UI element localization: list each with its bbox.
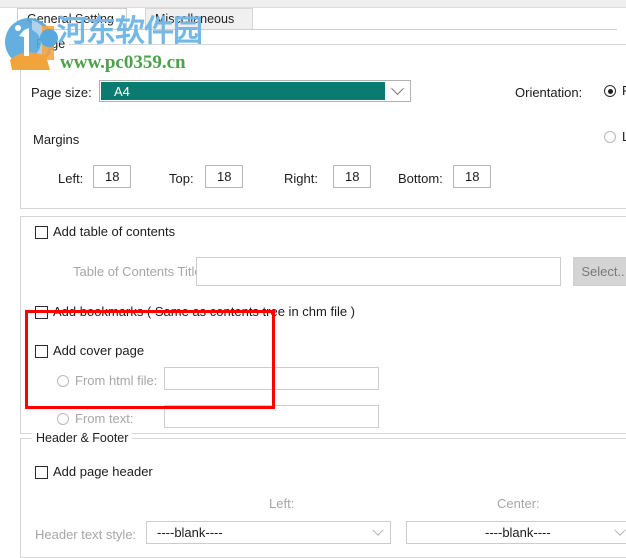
radio-unselected-icon — [57, 413, 69, 425]
header-text-style-label: Header text style: — [35, 527, 137, 542]
column-left-label: Left: — [269, 496, 295, 511]
add-bookmarks-checkbox[interactable]: Add bookmarks ( Same as contents tree in… — [35, 304, 355, 320]
add-cover-page-label: Add cover page — [53, 343, 145, 358]
orientation-portrait-radio[interactable]: Por — [604, 83, 626, 99]
margin-left-value: 18 — [105, 169, 120, 184]
toc-title-input[interactable] — [196, 257, 561, 286]
chevron-down-icon[interactable] — [610, 522, 626, 543]
page-group-title: Page — [32, 37, 70, 51]
cover-from-html-input[interactable] — [164, 367, 379, 390]
orientation-portrait-label: Por — [622, 83, 626, 99]
toc-select-button[interactable]: Select.. — [573, 257, 626, 286]
page-size-combobox[interactable]: A4 — [99, 80, 411, 102]
cover-from-html-radio[interactable]: From html file: — [57, 373, 157, 389]
chevron-down-icon[interactable] — [368, 522, 388, 543]
margin-right-input[interactable]: 18 — [333, 165, 371, 188]
tab-general-setting[interactable]: General Setting — [17, 8, 127, 29]
radio-unselected-icon — [57, 375, 69, 387]
header-style-left-value: ----blank---- — [157, 525, 223, 540]
margin-bottom-label: Bottom: — [398, 171, 443, 186]
cover-from-text-radio[interactable]: From text: — [57, 411, 134, 427]
page-size-label: Page size: — [31, 85, 92, 100]
margin-right-value: 18 — [345, 169, 360, 184]
margin-top-label: Top: — [169, 171, 194, 186]
header-footer-group: Header & Footer Add page header Left: Ce… — [20, 431, 626, 558]
add-bookmarks-label: Add bookmarks ( Same as contents tree in… — [53, 304, 356, 319]
orientation-landscape-label: Lan — [622, 129, 626, 144]
general-setting-panel: Page Page size: A4 Orientation: Por Lan — [17, 29, 626, 558]
toc-title-label: Table of Contents Title — [73, 264, 202, 279]
margin-top-input[interactable]: 18 — [205, 165, 243, 188]
cover-from-html-label: From html file: — [75, 373, 158, 388]
page-size-selection-fill — [101, 82, 385, 100]
cover-from-text-input[interactable] — [164, 405, 379, 428]
window-title-strip — [0, 0, 626, 8]
margin-left-input[interactable]: 18 — [93, 165, 131, 188]
page-size-value: A4 — [114, 84, 130, 99]
margins-label: Margins — [33, 132, 80, 147]
header-style-left-combobox[interactable]: ----blank---- — [146, 521, 391, 544]
header-style-center-combobox[interactable]: ----blank---- — [406, 521, 626, 544]
tab-bar: General Setting Miscellaneous — [17, 8, 617, 30]
margin-bottom-value: 18 — [465, 169, 480, 184]
add-table-of-contents-label: Add table of contents — [53, 224, 176, 239]
cover-from-text-label: From text: — [75, 411, 134, 426]
chevron-down-icon[interactable] — [385, 81, 409, 100]
add-table-of-contents-checkbox[interactable]: Add table of contents — [35, 224, 175, 240]
column-center-label: Center: — [497, 496, 540, 511]
checkbox-unchecked-icon — [35, 465, 48, 479]
radio-selected-icon — [604, 85, 616, 97]
margin-right-label: Right: — [284, 171, 318, 186]
orientation-landscape-radio[interactable]: Lan — [604, 129, 626, 145]
checkbox-unchecked-icon — [35, 225, 48, 239]
radio-unselected-icon — [604, 131, 616, 143]
orientation-label: Orientation: — [515, 85, 583, 100]
header-style-center-value: ----blank---- — [485, 525, 551, 540]
add-page-header-label: Add page header — [53, 464, 153, 479]
application-window: General Setting Miscellaneous Page Page … — [0, 0, 626, 558]
add-page-header-checkbox[interactable]: Add page header — [35, 464, 153, 480]
header-footer-group-title: Header & Footer — [32, 431, 133, 445]
page-group: Page Page size: A4 Orientation: Por Lan — [20, 37, 626, 209]
checkbox-unchecked-icon — [35, 344, 48, 358]
margin-bottom-input[interactable]: 18 — [453, 165, 491, 188]
tab-miscellaneous[interactable]: Miscellaneous — [145, 8, 253, 29]
contents-group: Add table of contents Table of Contents … — [20, 216, 626, 434]
checkbox-unchecked-icon — [35, 305, 48, 319]
add-cover-page-checkbox[interactable]: Add cover page — [35, 343, 144, 359]
margin-top-value: 18 — [217, 169, 232, 184]
margin-left-label: Left: — [58, 171, 84, 186]
